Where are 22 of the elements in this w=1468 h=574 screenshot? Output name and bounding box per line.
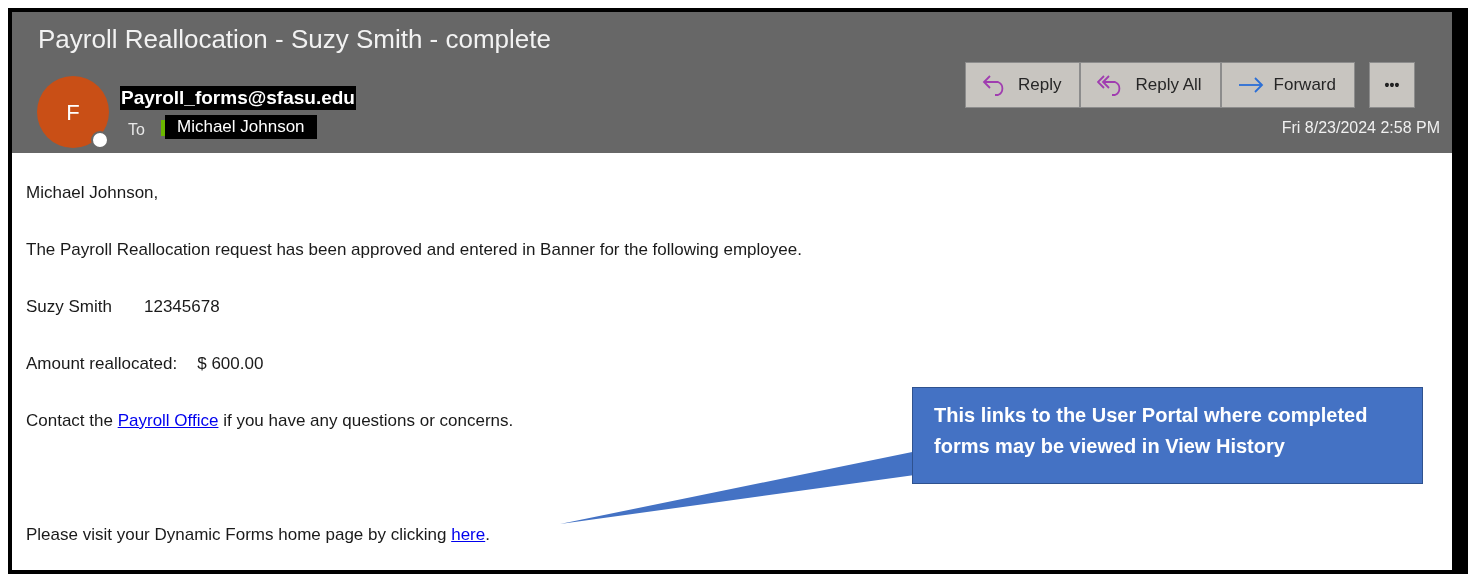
body-text: Please visit your Dynamic Forms home page by clicking here. <box>26 525 490 544</box>
field-value: $ 600.00 <box>197 353 264 375</box>
reply-all-button[interactable]: Reply All <box>1080 62 1221 108</box>
body-text: Contact the Payroll Office if you have any questions or concerns. <box>26 411 514 430</box>
field-value: 12345678 <box>144 296 220 318</box>
email-date: Fri 8/23/2024 2:58 PM <box>1281 118 1440 138</box>
body-text: Michael Johnson, <box>26 183 159 202</box>
email-subject: Payroll Reallocation - Suzy Smith - complete <box>38 23 551 56</box>
link[interactable]: Payroll Office <box>117 411 219 430</box>
body-text: The Payroll Reallocation request has been approved and entered in Banner for the following employee. <box>26 240 802 259</box>
arrow-right-icon <box>1237 76 1264 94</box>
field-label: Amount reallocated: <box>26 353 178 375</box>
forward-button[interactable]: Forward <box>1220 62 1355 108</box>
more-button[interactable]: ••• <box>1368 62 1415 108</box>
field-label: Suzy Smith <box>26 296 113 318</box>
callout-box: This links to the User Portal where completed forms may be viewed in View History <box>912 387 1423 484</box>
reply-button[interactable]: Reply <box>965 62 1081 108</box>
link[interactable]: here <box>451 525 486 544</box>
sender-avatar: F <box>37 76 109 148</box>
to-label: To <box>128 120 145 140</box>
sender-address[interactable]: Payroll_forms@sfasu.edu <box>120 86 356 110</box>
recipient-name[interactable]: Michael Johnson <box>165 115 317 139</box>
